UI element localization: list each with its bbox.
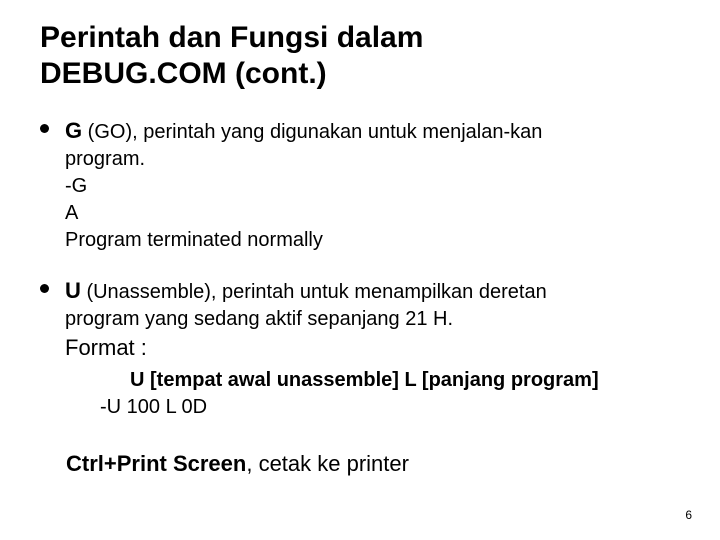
bullet-icon (40, 124, 49, 133)
item-body: G (GO), perintah yang digunakan untuk me… (65, 116, 542, 254)
title-line-2: DEBUG.COM (cont.) (40, 57, 327, 90)
ctrl-print-line: Ctrl+Print Screen, cetak ke printer (66, 451, 680, 477)
desc-g: (GO), perintah yang digunakan untuk menj… (82, 121, 542, 143)
title-line-1: Perintah dan Fungsi dalam (40, 21, 423, 54)
command-g: G (65, 118, 82, 143)
g-line-2: -G (65, 175, 87, 197)
u-line-1: program yang sedang aktif sepanjang 21 H… (65, 308, 453, 330)
g-line-3: A (65, 202, 78, 224)
format-example: -U 100 L 0D (100, 396, 207, 418)
slide: Perintah dan Fungsi dalam DEBUG.COM (con… (0, 0, 720, 540)
g-line-4: Program terminated normally (65, 229, 323, 251)
bullet-item-u: U (Unassemble), perintah untuk menampilk… (40, 276, 680, 363)
format-syntax-row: U [tempat awal unassemble] L [panjang pr… (130, 367, 680, 394)
g-line-1: program. (65, 148, 145, 170)
ctrl-bold: Ctrl+Print Screen (66, 451, 246, 476)
slide-title: Perintah dan Fungsi dalam DEBUG.COM (con… (40, 20, 680, 92)
format-syntax: U [tempat awal unassemble] L [panjang pr… (130, 369, 599, 391)
format-label: Format : (65, 335, 147, 360)
bullet-icon (40, 284, 49, 293)
page-number: 6 (685, 508, 692, 522)
item-body: U (Unassemble), perintah untuk menampilk… (65, 276, 547, 363)
ctrl-rest: , cetak ke printer (246, 451, 409, 476)
bullet-item-g: G (GO), perintah yang digunakan untuk me… (40, 116, 680, 254)
command-u: U (65, 278, 81, 303)
format-example-row: -U 100 L 0D (100, 394, 680, 421)
desc-u: (Unassemble), perintah untuk menampilkan… (81, 281, 547, 303)
